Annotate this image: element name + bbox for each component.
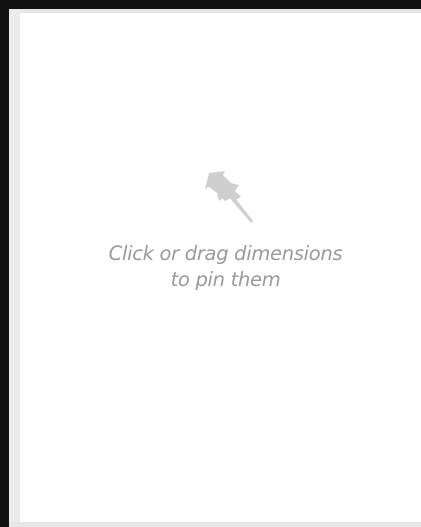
window-border-left xyxy=(0,0,9,527)
hint-line-1: Click or drag dimensions xyxy=(108,242,343,265)
pin-drop-zone[interactable]: Click or drag dimensions to pin them xyxy=(20,13,421,522)
pin-panel-window: Click or drag dimensions to pin them xyxy=(0,0,421,527)
window-border-top xyxy=(0,0,421,9)
empty-state-hint: Click or drag dimensions to pin them xyxy=(20,241,421,293)
empty-state: Click or drag dimensions to pin them xyxy=(20,161,421,293)
panel-bevel-bottom xyxy=(9,522,421,527)
panel-bevel-left xyxy=(9,9,20,527)
pushpin-icon xyxy=(204,171,253,223)
hint-line-2: to pin them xyxy=(170,268,281,291)
